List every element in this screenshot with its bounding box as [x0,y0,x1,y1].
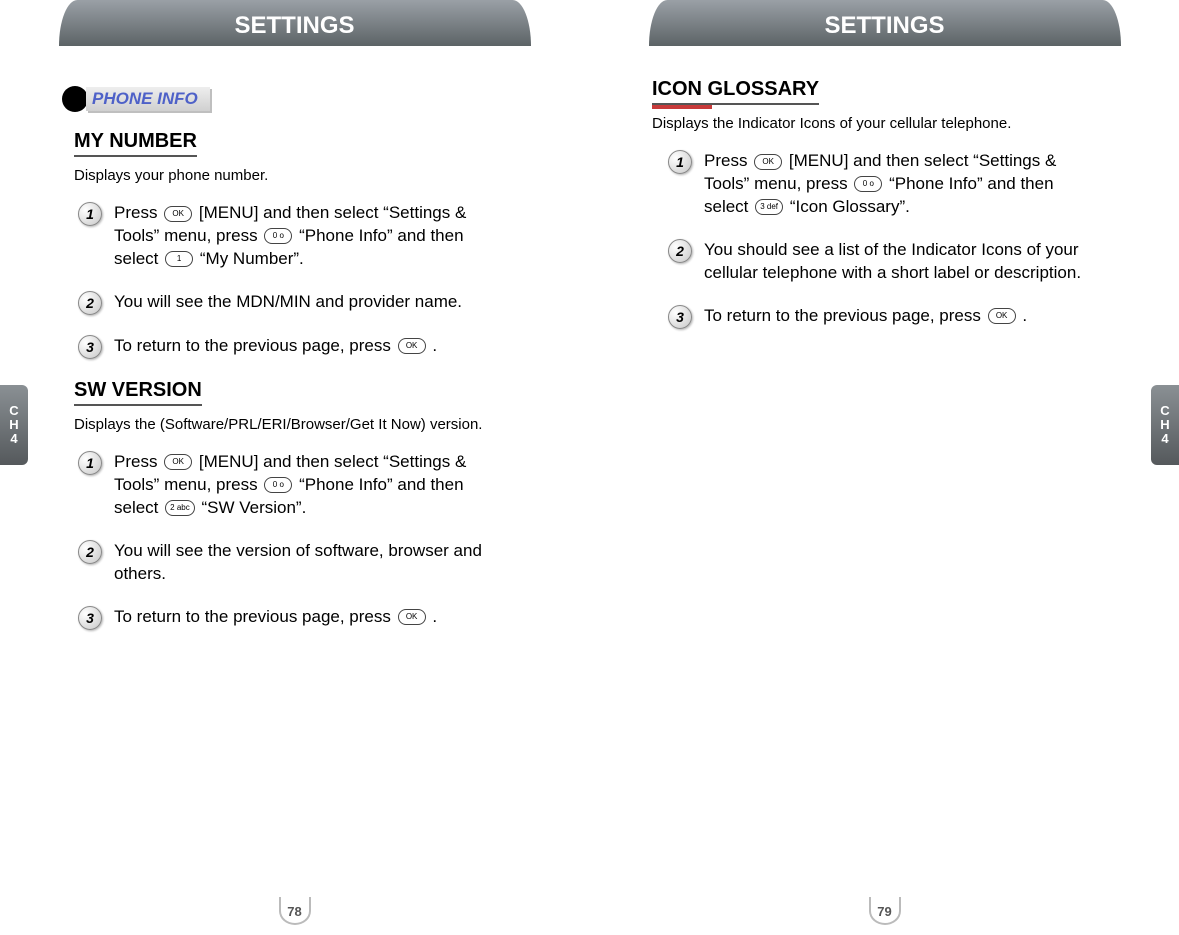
ok-key-icon: OK [164,454,192,470]
text: . [432,336,437,355]
my-number-deck: Displays your phone number. [74,167,527,184]
sw-version-deck: Displays the (Software/PRL/ERI/Browser/G… [74,416,527,433]
text: To return to the previous page, press [114,336,396,355]
step-badge-2: 2 [668,239,692,263]
text: “SW Version”. [201,498,306,517]
my-number-title: MY NUMBER [74,130,197,157]
step-badge-3: 3 [668,305,692,329]
icon-glossary-deck: Displays the Indicator Icons of your cel… [652,115,1117,132]
icon-glossary-step-2: 2 You should see a list of the Indicator… [668,239,1117,285]
chapter-tab-h: H [1160,418,1169,432]
page-header: SETTINGS [59,0,531,46]
sw-version-step-2: 2 You will see the version of software, … [78,540,527,586]
page-number: 78 [279,897,311,925]
ok-key-icon: OK [398,338,426,354]
step-badge-1: 1 [78,202,102,226]
my-number-step-3: 3 To return to the previous page, press … [78,335,527,359]
page-header: SETTINGS [649,0,1121,46]
text: Press [704,151,752,170]
step-badge-2: 2 [78,291,102,315]
key-3-icon: 3 def [755,199,783,215]
chapter-tab-4: 4 [1161,432,1168,446]
ok-key-icon: OK [754,154,782,170]
sw-version-step-1: 1 Press OK [MENU] and then select “Setti… [78,451,527,520]
text: . [1022,306,1027,325]
chapter-tab-4: 4 [10,432,17,446]
text: . [432,607,437,626]
page-number: 79 [869,897,901,925]
page-left: SETTINGS C H 4 PHONE INFO MY NUMBER Disp… [0,0,589,935]
step-badge-3: 3 [78,335,102,359]
phone-info-text: PHONE INFO [86,87,210,111]
key-2-icon: 2 abc [165,500,195,516]
icon-glossary-title: ICON GLOSSARY [652,78,819,105]
icon-glossary-step-3: 3 To return to the previous page, press … [668,305,1117,329]
text: You will see the MDN/MIN and provider na… [114,291,462,314]
text: Press [114,452,162,471]
chapter-tab: C H 4 [1151,385,1179,465]
text: “My Number”. [200,249,304,268]
step-badge-2: 2 [78,540,102,564]
icon-glossary-step-1: 1 Press OK [MENU] and then select “Setti… [668,150,1117,219]
my-number-step-1: 1 Press OK [MENU] and then select “Setti… [78,202,527,271]
text: You will see the version of software, br… [114,540,504,586]
step-badge-1: 1 [668,150,692,174]
ok-key-icon: OK [398,609,426,625]
chapter-tab-h: H [9,418,18,432]
text: You should see a list of the Indicator I… [704,239,1094,285]
step-badge-3: 3 [78,606,102,630]
text: Press [114,203,162,222]
chapter-tab: C H 4 [0,385,28,465]
my-number-step-2: 2 You will see the MDN/MIN and provider … [78,291,527,315]
key-0-icon: 0 o [264,228,292,244]
ok-key-icon: OK [988,308,1016,324]
text: To return to the previous page, press [704,306,986,325]
chapter-tab-c: C [1160,404,1169,418]
sw-version-step-3: 3 To return to the previous page, press … [78,606,527,630]
sw-version-title: SW VERSION [74,379,202,406]
phone-info-label: PHONE INFO [62,86,527,112]
text: “Icon Glossary”. [790,197,910,216]
key-1-icon: 1 [165,251,193,267]
text: To return to the previous page, press [114,607,396,626]
key-0-icon: 0 o [264,477,292,493]
chapter-tab-c: C [9,404,18,418]
page-right: SETTINGS C H 4 ICON GLOSSARY Displays th… [590,0,1179,935]
ok-key-icon: OK [164,206,192,222]
step-badge-1: 1 [78,451,102,475]
key-0-icon: 0 o [854,176,882,192]
bullet-icon [62,86,88,112]
